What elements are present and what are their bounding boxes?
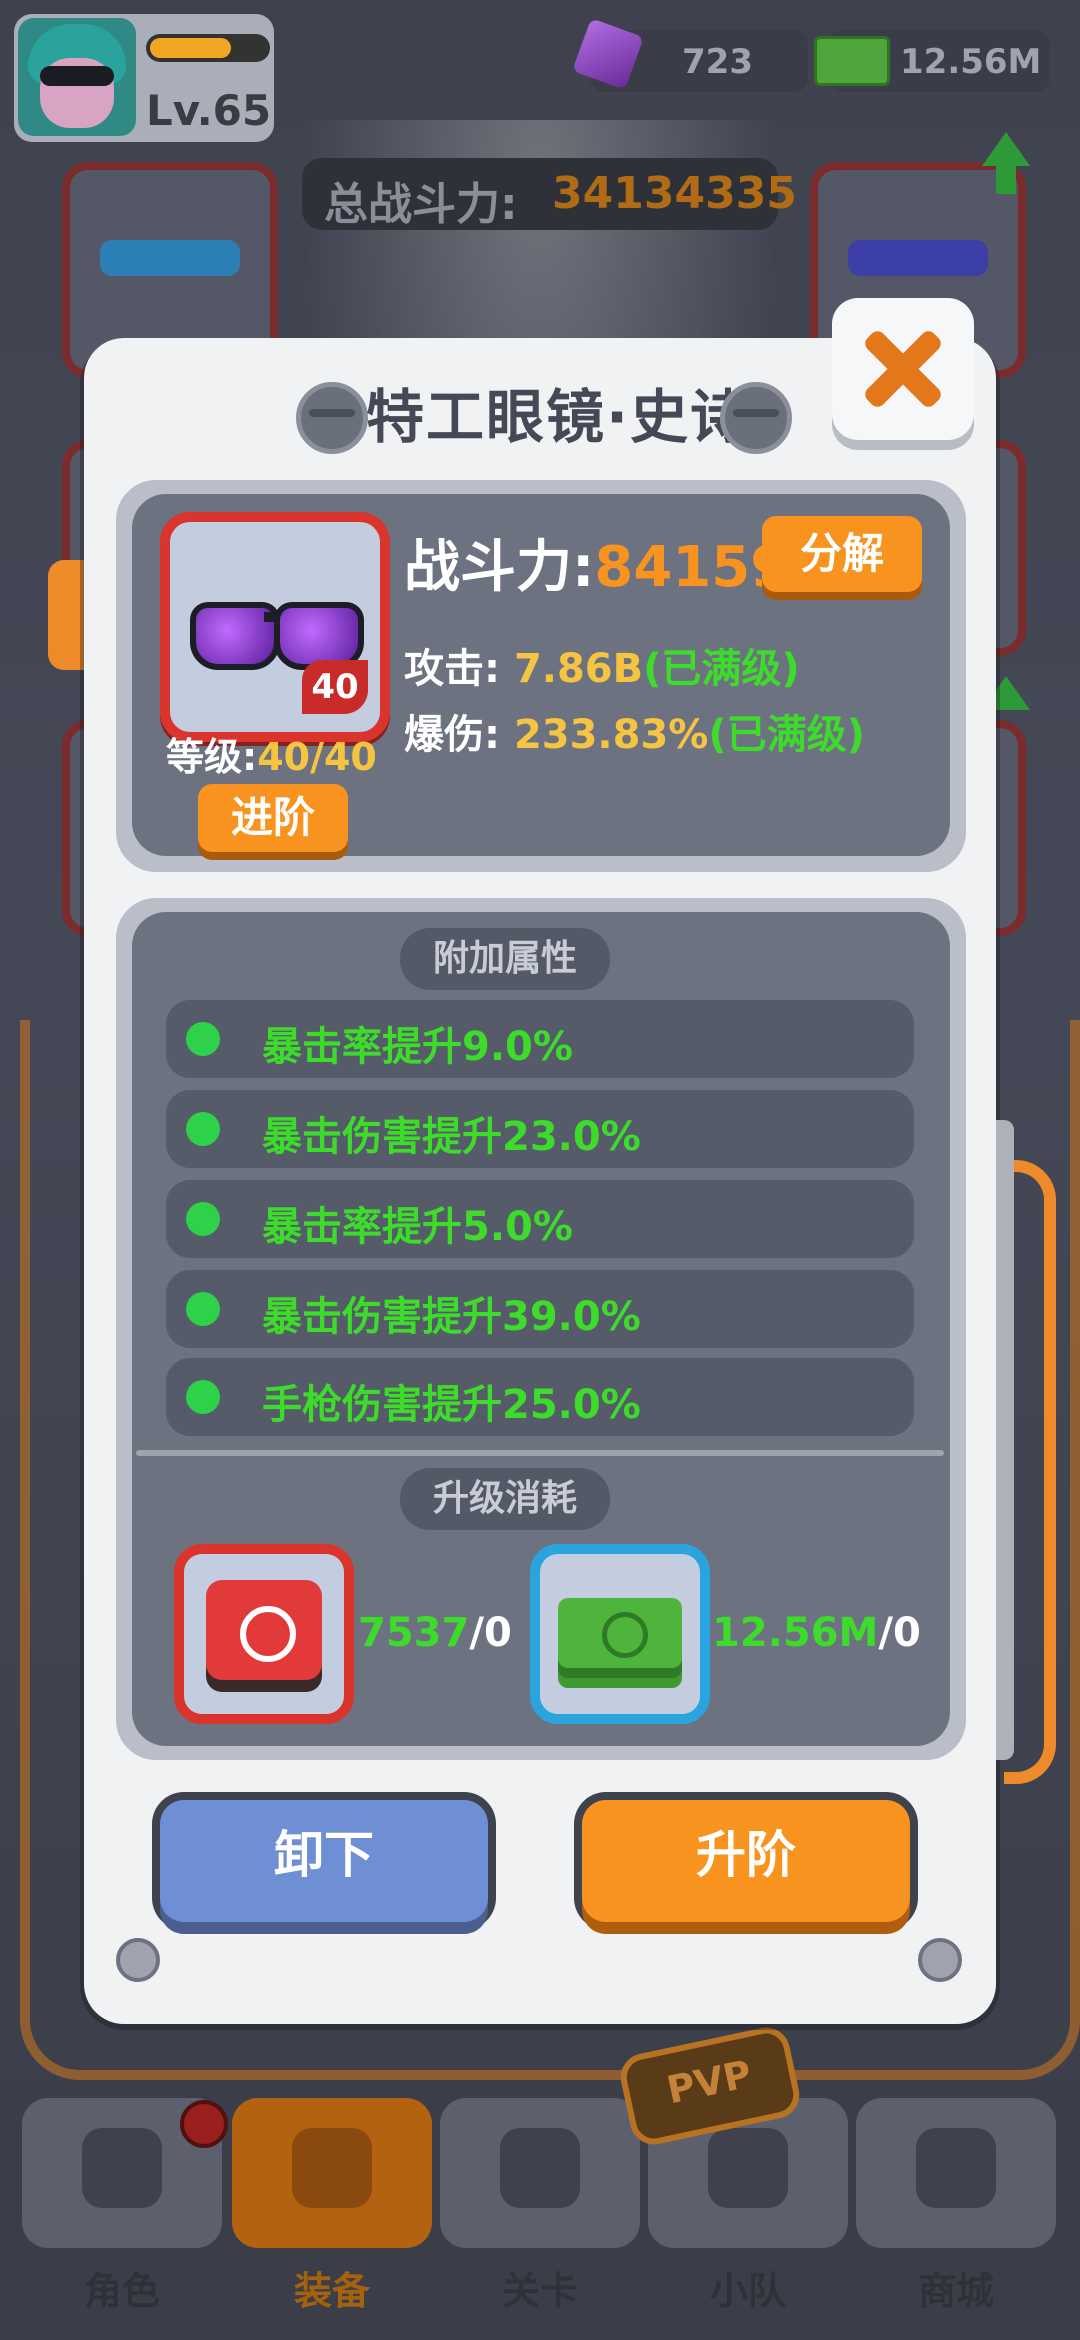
decompose-button[interactable]: 分解 bbox=[762, 516, 922, 592]
item-grade-label: 等级: bbox=[166, 735, 258, 779]
gem-amount: 723 bbox=[682, 42, 753, 82]
nav-label-character: 角色 bbox=[83, 2269, 160, 2313]
chip-material-slot[interactable] bbox=[174, 1544, 354, 1724]
attribute-bullet bbox=[186, 1202, 220, 1236]
upgrade-arrow-icon bbox=[982, 132, 1030, 166]
screw-left bbox=[116, 1938, 160, 1982]
attribute-row: 暴击伤害提升23.0% bbox=[166, 1090, 914, 1168]
close-button[interactable] bbox=[832, 298, 974, 440]
bottom-nav: 角色 装备 关卡 小队 商城 bbox=[0, 2090, 1080, 2340]
player-profile[interactable]: Lv.65 bbox=[14, 14, 274, 142]
attribute-row: 暴击率提升9.0% bbox=[166, 1000, 914, 1078]
skull-icon bbox=[82, 2128, 162, 2208]
chip-required: /0 bbox=[469, 1610, 512, 1656]
title-right-ornament bbox=[720, 382, 792, 454]
nav-tab-shop[interactable] bbox=[856, 2098, 1056, 2248]
chip-icon bbox=[206, 1580, 322, 1680]
cash-required: /0 bbox=[878, 1610, 921, 1656]
total-power-value: 34134335 bbox=[552, 168, 797, 219]
crit-damage-stat: 爆伤: 233.83%(已满级) bbox=[404, 702, 865, 760]
attribute-text: 暴击率提升9.0% bbox=[262, 1024, 573, 1070]
chip-owned: 7537 bbox=[358, 1610, 470, 1656]
attribute-text: 暴击伤害提升39.0% bbox=[262, 1294, 641, 1340]
dialog-side-rail bbox=[996, 1120, 1014, 1760]
nav-tab-stage[interactable] bbox=[440, 2098, 640, 2248]
attribute-row: 手枪伤害提升25.0% bbox=[166, 1358, 914, 1436]
nav-tab-equipment[interactable] bbox=[232, 2098, 432, 2248]
cash-stack-icon bbox=[558, 1598, 682, 1668]
upgrade-cost-label: 升级消耗 bbox=[400, 1468, 610, 1530]
nav-label-shop: 商城 bbox=[917, 2269, 994, 2313]
upgrade-rank-button[interactable]: 升阶 bbox=[582, 1800, 910, 1922]
nav-label-equipment: 装备 bbox=[293, 2269, 370, 2313]
upgrade-arrow-stem bbox=[996, 164, 1016, 194]
cash-cost: 12.56M/0 bbox=[712, 1610, 921, 1656]
player-level: Lv.65 bbox=[146, 86, 272, 135]
nav-label-squad: 小队 bbox=[709, 2269, 786, 2313]
blaster-gun-icon bbox=[100, 240, 240, 276]
nav-label-stage: 关卡 bbox=[501, 2269, 578, 2313]
unequip-button[interactable]: 卸下 bbox=[160, 1800, 488, 1922]
pvp-label: PVP bbox=[662, 2051, 756, 2113]
screw-right bbox=[918, 1938, 962, 1982]
notification-dot bbox=[180, 2100, 228, 2148]
avatar bbox=[18, 18, 136, 136]
item-level-badge: 40 bbox=[302, 660, 368, 714]
attack-label: 攻击: bbox=[404, 646, 500, 692]
squad-icon bbox=[708, 2128, 788, 2208]
attribute-row: 暴击伤害提升39.0% bbox=[166, 1270, 914, 1348]
level-progress-fill bbox=[150, 38, 231, 58]
attribute-bullet bbox=[186, 1292, 220, 1326]
dialog-title: 特工眼镜·史诗 bbox=[366, 383, 751, 451]
crit-damage-value: 233.83% bbox=[513, 712, 709, 758]
attack-value: 7.86B bbox=[513, 646, 644, 692]
attack-stat: 攻击: 7.86B(已满级) bbox=[404, 636, 800, 694]
crit-damage-status: (已满级) bbox=[708, 712, 865, 758]
advance-button[interactable]: 进阶 bbox=[198, 784, 348, 852]
attribute-text: 暴击伤害提升23.0% bbox=[262, 1114, 641, 1160]
attribute-bullet bbox=[186, 1112, 220, 1146]
total-power: 总战斗力: 34134335 bbox=[302, 158, 797, 230]
map-pin-icon bbox=[500, 2128, 580, 2208]
section-divider bbox=[136, 1450, 944, 1456]
sniper-rifle-icon bbox=[848, 240, 988, 276]
item-grade: 等级:40/40 bbox=[166, 726, 377, 781]
attribute-row: 暴击率提升5.0% bbox=[166, 1180, 914, 1258]
level-progress-bar bbox=[146, 34, 270, 62]
attribute-text: 暴击率提升5.0% bbox=[262, 1204, 573, 1250]
attribute-bullet bbox=[186, 1022, 220, 1056]
item-grade-value: 40/40 bbox=[257, 735, 377, 779]
title-left-ornament bbox=[296, 382, 368, 454]
cash-amount: 12.56M bbox=[900, 42, 1042, 82]
dialog-side-tab bbox=[48, 560, 84, 670]
attribute-text: 手枪伤害提升25.0% bbox=[262, 1382, 641, 1428]
shop-icon bbox=[916, 2128, 996, 2208]
cash-material-slot[interactable] bbox=[530, 1544, 710, 1724]
attribute-bullet bbox=[186, 1380, 220, 1414]
total-power-label: 总战斗力: bbox=[324, 179, 518, 230]
cash-owned: 12.56M bbox=[712, 1610, 879, 1656]
crit-damage-label: 爆伤: bbox=[404, 712, 500, 758]
extra-attributes-label: 附加属性 bbox=[400, 928, 610, 990]
attack-status: (已满级) bbox=[643, 646, 800, 692]
gun-icon bbox=[292, 2128, 372, 2208]
item-power-label: 战斗力: bbox=[404, 535, 595, 600]
chip-cost: 7537/0 bbox=[358, 1610, 512, 1656]
cash-icon bbox=[814, 36, 890, 86]
